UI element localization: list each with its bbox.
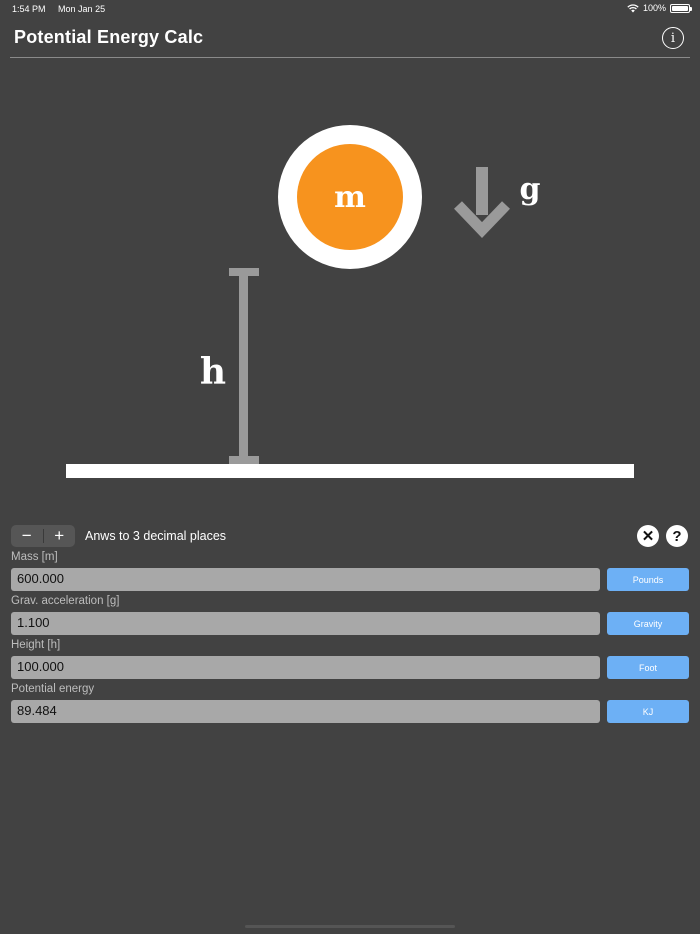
height-label-text: Height [h]	[11, 639, 61, 651]
info-icon[interactable]: i	[662, 27, 684, 49]
status-left: 1:54 PM Mon Jan 25	[12, 4, 115, 14]
battery-icon	[670, 3, 692, 13]
mass-input[interactable]: 600.000	[11, 568, 600, 591]
help-icon[interactable]: ?	[666, 525, 688, 547]
status-time: 1:54 PM	[12, 4, 46, 14]
gravity-label-text: Grav. acceleration [g]	[11, 595, 120, 607]
gravity-unit-button[interactable]: Gravity	[607, 612, 689, 635]
increase-decimals-button[interactable]: +	[44, 525, 76, 547]
potential-energy-diagram: m g h	[66, 125, 634, 478]
energy-output[interactable]: 89.484	[11, 700, 600, 723]
height-unit-button[interactable]: Foot	[607, 656, 689, 679]
energy-unit-button[interactable]: KJ	[607, 700, 689, 723]
gravity-arrow-icon	[454, 167, 510, 238]
mass-label-text: Mass [m]	[11, 551, 58, 563]
ground-line	[66, 464, 634, 478]
decimal-places-label: Anws to 3 decimal places	[85, 529, 227, 543]
height-label: h	[200, 351, 226, 393]
height-input[interactable]: 100.000	[11, 656, 600, 679]
page-title: Potential Energy Calc	[14, 27, 204, 47]
mass-unit-button[interactable]: Pounds	[607, 568, 689, 591]
status-date: Mon Jan 25	[58, 4, 106, 14]
battery-percent: 100%	[642, 3, 666, 13]
energy-label-text: Potential energy	[11, 683, 95, 695]
wifi-icon	[627, 3, 639, 12]
decrease-decimals-button[interactable]: −	[11, 525, 43, 547]
height-bar-icon	[229, 268, 259, 464]
decimal-stepper[interactable]: − +	[11, 525, 75, 547]
mass-label: m	[334, 180, 366, 215]
clear-icon[interactable]: ✕	[637, 525, 659, 547]
gravity-input[interactable]: 1.100	[11, 612, 600, 635]
status-right: 100%	[627, 3, 692, 13]
gravity-label: g	[520, 172, 541, 207]
header-divider	[10, 57, 690, 58]
status-bar: 1:54 PM Mon Jan 25 100%	[0, 0, 700, 18]
home-indicator	[245, 925, 455, 928]
controls-row: − + Anws to 3 decimal places ✕ ?	[11, 525, 691, 547]
